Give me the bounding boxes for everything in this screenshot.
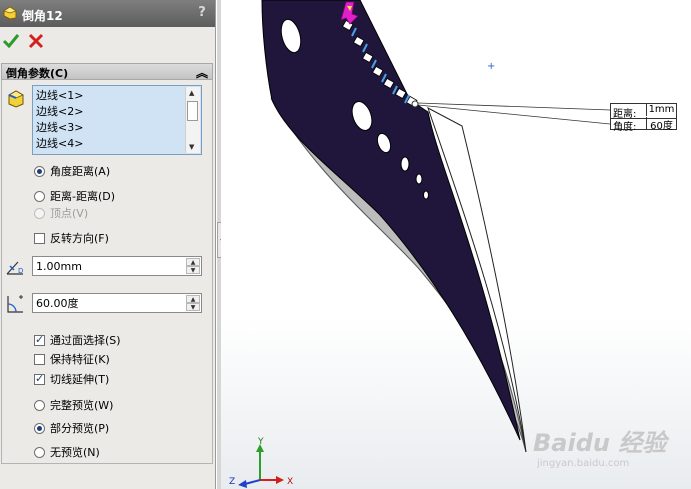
checkbox[interactable]	[34, 333, 45, 347]
feature-title: 倒角12	[22, 9, 63, 23]
checkbox[interactable]	[34, 354, 45, 365]
callout-anchor	[411, 100, 419, 108]
axis-x-label: X	[287, 477, 294, 487]
axis-z-label: Z	[229, 477, 236, 487]
watermark: Baidu 经验 jingyan.baidu.com	[525, 423, 685, 483]
list-scrollbar[interactable]: ▲ ▼	[185, 87, 200, 153]
radio-button[interactable]	[34, 447, 45, 458]
spin-down-icon[interactable]: ▼	[186, 266, 200, 274]
ok-check-icon[interactable]	[2, 32, 20, 50]
checkbox[interactable]	[34, 233, 45, 244]
svg-text:D: D	[18, 267, 23, 275]
angle-stepper[interactable]: ▲▼	[32, 293, 202, 313]
edge-selection-list[interactable]: 边线<1> 边线<2> 边线<3> 边线<4> ▲ ▼	[32, 85, 202, 155]
callout-angle-label: 角度:	[613, 122, 637, 133]
model-view[interactable]	[221, 0, 691, 489]
scrollbar-thumb[interactable]	[187, 101, 198, 121]
spin-up-icon[interactable]: ▲	[186, 258, 200, 266]
property-manager: 倒角12 ? 倒角参数(C) ︽ 边线<1> 边线<2> 边线<3> 边线<4>…	[0, 0, 216, 489]
crosshair-icon: +	[487, 61, 496, 72]
scroll-down-arrow-icon[interactable]: ▼	[189, 143, 194, 151]
list-item[interactable]: 边线<3>	[36, 120, 83, 136]
chamfer-parameters-group-header[interactable]: 倒角参数(C) ︽	[1, 63, 213, 80]
radio-button[interactable]	[34, 191, 45, 202]
distance-icon: D	[6, 261, 23, 275]
spin-up-icon[interactable]: ▲	[186, 295, 200, 303]
list-item[interactable]: 边线<4>	[36, 136, 83, 152]
spin-down-icon[interactable]: ▼	[186, 303, 200, 311]
distance-input[interactable]	[34, 258, 186, 274]
property-manager-header: 倒角12 ?	[0, 0, 215, 27]
radio-button[interactable]	[34, 423, 45, 434]
angle-icon	[7, 295, 23, 313]
list-item[interactable]: 边线<2>	[36, 104, 83, 120]
hole	[400, 156, 410, 172]
scroll-up-arrow-icon[interactable]: ▲	[189, 89, 194, 97]
hole	[415, 173, 423, 185]
edge-selection-icon	[8, 90, 24, 108]
graphics-viewport[interactable]: + Y X Z	[221, 0, 691, 489]
watermark-brand: Baidu 经验	[533, 429, 667, 457]
checkbox[interactable]	[34, 372, 45, 386]
cancel-x-icon[interactable]	[27, 32, 45, 50]
collapse-chevron-icon[interactable]: ︽	[196, 64, 208, 81]
callout-distance-value[interactable]: 1mm	[646, 104, 676, 116]
hole	[423, 190, 429, 200]
list-item[interactable]: 边线<1>	[36, 88, 83, 104]
radio-button	[34, 208, 45, 219]
axis-y-label: Y	[258, 437, 264, 447]
chamfer-feature-icon	[3, 6, 17, 20]
callout-angle-value[interactable]: 60度	[646, 117, 676, 132]
distance-stepper[interactable]: ▲▼	[32, 256, 202, 276]
watermark-url: jingyan.baidu.com	[537, 458, 630, 469]
radio-button[interactable]	[34, 166, 45, 177]
leader-line	[417, 102, 611, 111]
group-title: 倒角参数(C)	[6, 67, 69, 80]
radio-button[interactable]	[34, 400, 45, 411]
dimension-callout[interactable]: 距离: 1mm 角度: 60度	[610, 103, 677, 133]
angle-input[interactable]	[34, 295, 186, 311]
help-button[interactable]: ?	[194, 5, 210, 21]
